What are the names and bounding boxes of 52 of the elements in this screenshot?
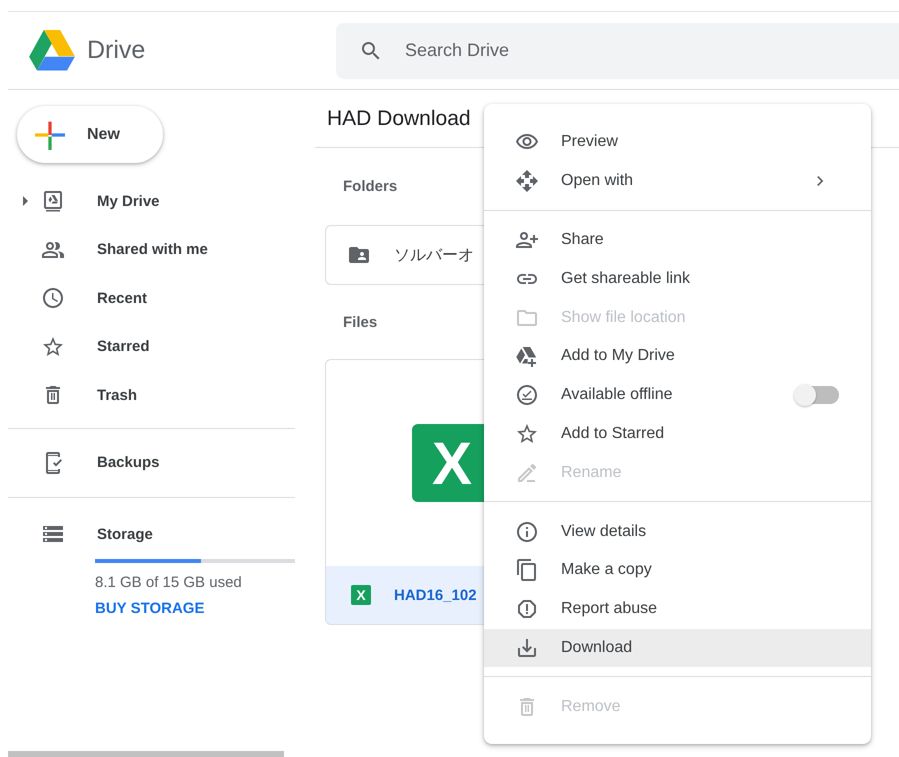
drive-folder-icon	[41, 189, 65, 214]
new-button[interactable]: New	[17, 106, 163, 163]
nav-label: Backups	[97, 454, 160, 472]
storage-usage: 8.1 GB of 15 GB used	[95, 574, 243, 590]
nav-label: My Drive	[97, 192, 160, 210]
storage-label: Storage	[97, 526, 153, 543]
drive-logo	[29, 30, 75, 71]
nav-label: Trash	[97, 386, 138, 404]
folder-title: HAD Download	[327, 106, 471, 130]
copy-icon	[515, 558, 539, 582]
menu-label: Share	[561, 230, 604, 249]
section-heading: Folders	[343, 178, 398, 195]
scrollbar-thumb[interactable]	[8, 751, 284, 757]
section-heading: Files	[343, 314, 378, 331]
clock-icon	[41, 286, 65, 310]
menu-label: Open with	[561, 172, 634, 190]
menu-label: Preview	[561, 133, 618, 152]
expand-arrow-icon[interactable]	[22, 196, 28, 206]
spreadsheet-icon: X	[351, 585, 371, 605]
nav-label: Shared with me	[97, 241, 208, 258]
menu-item[interactable]: Download	[484, 628, 871, 668]
nav-item[interactable]: Starred	[8, 322, 295, 371]
menu-label: View details	[561, 522, 646, 541]
menu-label: Remove	[561, 698, 621, 716]
buy-storage-link[interactable]: BUY STORAGE	[95, 600, 204, 616]
menu-label: Download	[561, 638, 632, 657]
info-icon	[515, 520, 539, 544]
menu-item[interactable]: Preview	[484, 123, 871, 162]
nav-item[interactable]: Recent	[8, 274, 295, 322]
nav-item[interactable]: My Drive	[8, 177, 295, 226]
nav-item[interactable]: Backups	[8, 438, 295, 487]
menu-item[interactable]: Open with	[484, 162, 871, 201]
menu-label: Show file location	[561, 308, 686, 327]
search-field[interactable]: Search Drive	[336, 22, 899, 78]
toggle-switch[interactable]	[796, 386, 839, 404]
menu-label: Report abuse	[561, 600, 658, 618]
nav-item[interactable]: Trash	[8, 371, 295, 420]
plus-icon	[35, 120, 65, 150]
app-name: Drive	[87, 36, 146, 65]
nav-item[interactable]: Shared with me	[8, 226, 295, 274]
menu-label: Rename	[561, 464, 622, 482]
nav-label: Starred	[97, 338, 150, 356]
menu-label: Add to My Drive	[561, 347, 675, 366]
move-arrows-icon	[515, 169, 539, 194]
search-input[interactable]: Search Drive	[403, 39, 807, 62]
menu-label: Get shareable link	[561, 270, 690, 288]
nav-label: Recent	[97, 290, 148, 307]
drive-add-icon	[515, 344, 539, 368]
menu-label: Available offline	[561, 386, 672, 404]
menu-label: Add to Starred	[561, 424, 664, 443]
menu-label: Make a copy	[561, 561, 652, 580]
file-name: HAD16_102	[394, 586, 477, 604]
